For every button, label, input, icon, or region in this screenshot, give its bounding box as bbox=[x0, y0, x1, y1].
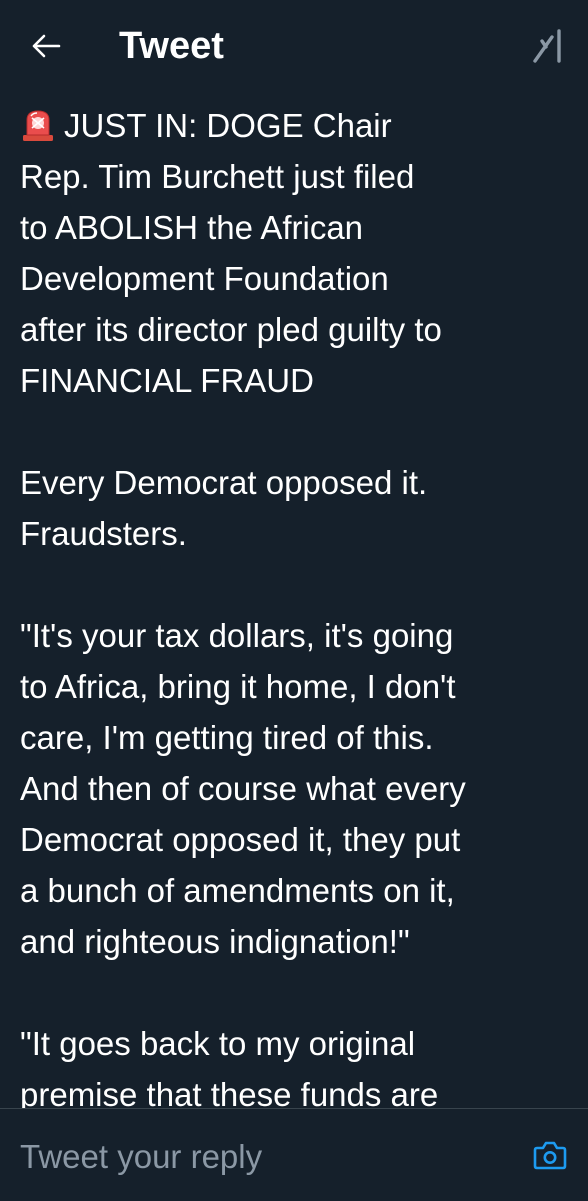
tweet-line: after its director pled guilty to bbox=[20, 311, 442, 348]
tweet-line: premise that these funds are bbox=[20, 1076, 439, 1108]
tweet-text: JUST IN: DOGE Chair Rep. Tim Burchett ju… bbox=[20, 100, 568, 1108]
grok-button[interactable] bbox=[528, 24, 570, 68]
tweet-line: And then of course what every bbox=[20, 770, 466, 807]
tweet-line: Rep. Tim Burchett just filed bbox=[20, 158, 415, 195]
tweet-line: JUST IN: DOGE Chair bbox=[20, 100, 568, 151]
tweet-line: Fraudsters. bbox=[20, 515, 187, 552]
tweet-paragraph: Every Democrat opposed it. Fraudsters. bbox=[20, 457, 568, 559]
tweet-line: care, I'm getting tired of this. bbox=[20, 719, 434, 756]
reply-input[interactable]: Tweet your reply bbox=[20, 1135, 262, 1179]
tweet-line: a bunch of amendments on it, bbox=[20, 872, 455, 909]
camera-icon bbox=[533, 1141, 567, 1170]
tweet-line: Development Foundation bbox=[20, 260, 389, 297]
tweet-detail: JUST IN: DOGE Chair Rep. Tim Burchett ju… bbox=[0, 92, 588, 1108]
back-button[interactable] bbox=[22, 26, 70, 66]
tweet-line: FINANCIAL FRAUD bbox=[20, 362, 314, 399]
tweet-paragraph: JUST IN: DOGE Chair Rep. Tim Burchett ju… bbox=[20, 100, 568, 406]
tweet-line: to ABOLISH the African bbox=[20, 209, 364, 246]
arrow-left-icon bbox=[32, 34, 61, 58]
tweet-line-text: JUST IN: DOGE Chair bbox=[64, 107, 392, 144]
tweet-line: to Africa, bring it home, I don't bbox=[20, 668, 456, 705]
top-app-bar: Tweet bbox=[0, 0, 588, 92]
page-title: Tweet bbox=[119, 25, 224, 67]
police-siren-emoji-icon bbox=[23, 110, 53, 141]
tweet-line: Every Democrat opposed it. bbox=[20, 464, 428, 501]
tweet-line: "It's your tax dollars, it's going bbox=[20, 617, 454, 654]
camera-button[interactable] bbox=[530, 1135, 570, 1175]
tweet-line: Democrat opposed it, they put bbox=[20, 821, 461, 858]
reply-bar: Tweet your reply bbox=[0, 1108, 588, 1201]
tweet-line: "It goes back to my original bbox=[20, 1025, 416, 1062]
tweet-line: and righteous indignation!" bbox=[20, 923, 410, 960]
tweet-paragraph: "It's your tax dollars, it's going to Af… bbox=[20, 610, 568, 967]
grok-icon bbox=[533, 29, 561, 63]
tweet-paragraph: "It goes back to my original premise tha… bbox=[20, 1018, 568, 1108]
